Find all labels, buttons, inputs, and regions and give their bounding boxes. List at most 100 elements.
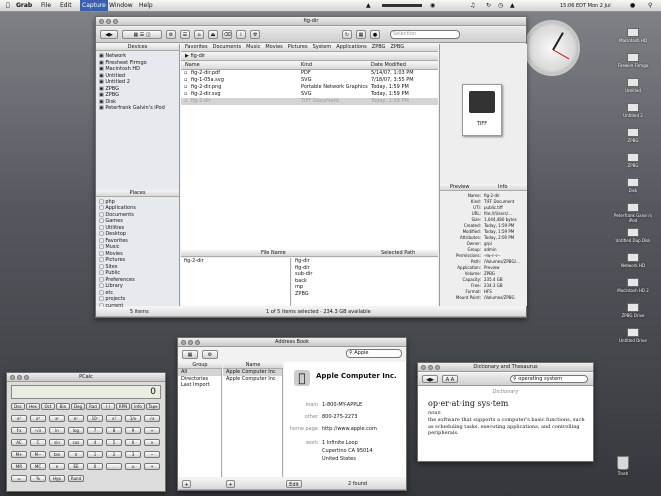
dictionary-titlebar[interactable]: Dictionary and Thesaurus [418, 363, 593, 372]
ab-search-input[interactable]: ⚲ Apple [346, 349, 402, 358]
calc-key[interactable]: 9 [125, 427, 141, 434]
calculator-titlebar[interactable]: PCalc [7, 373, 165, 382]
desktop-icon[interactable]: Untitled 2 [614, 103, 652, 118]
calc-key[interactable]: Rand [68, 475, 84, 482]
desktop-icon[interactable]: Macintosh HD [614, 28, 652, 43]
sidebar-device-item[interactable]: ▣ Peterfrank Galvin's iPod [96, 105, 179, 112]
calc-key[interactable]: % [30, 475, 46, 482]
dict-minimize-button[interactable] [428, 365, 433, 370]
calc-key[interactable]: ∛x [11, 427, 27, 434]
clock-icon[interactable]: ◷ [498, 0, 503, 11]
favorites-tab[interactable]: System [313, 44, 332, 50]
calc-mode-key[interactable]: Hex [26, 403, 40, 410]
font-size-button[interactable]: A A [442, 375, 458, 383]
dict-source[interactable]: Dictionary [418, 389, 593, 396]
menu-file[interactable]: File [41, 0, 51, 11]
bluetooth-icon[interactable]: ▲ [366, 0, 371, 11]
dict-close-button[interactable] [421, 365, 426, 370]
calc-mode-key[interactable]: Bin [56, 403, 70, 410]
label-icon[interactable]: ● [370, 30, 380, 39]
ab-close-button[interactable] [181, 340, 186, 345]
calc-key[interactable]: e [49, 463, 65, 470]
calc-key[interactable]: 1/x [125, 415, 141, 422]
menubar-clock[interactable]: 15:06 EDT Mon 2 Jul [560, 0, 611, 11]
menu-window[interactable]: Window [109, 0, 133, 11]
desktop-icon[interactable]: Untitled Dup Disk [614, 228, 652, 243]
view-mode-control[interactable]: ▦ ☰ ◫ [122, 30, 162, 39]
calc-key[interactable]: sin [49, 439, 65, 446]
calc-key[interactable]: 8 [106, 427, 122, 434]
eject-icon[interactable]: ⏏ [208, 30, 218, 39]
desktop-icon[interactable]: Untitled Drive [614, 328, 652, 343]
calc-key[interactable]: 6 [125, 439, 141, 446]
desktop-icon[interactable]: ZPBG Drive [614, 303, 652, 318]
desktop-icon[interactable]: Network HD [614, 253, 652, 268]
file-row[interactable]: ▫ fig-2-dir TIFF Document Today, 1:59 PM [181, 98, 438, 105]
calc-key[interactable]: AC [11, 439, 27, 446]
lower-left-item[interactable]: fig-2-dir [181, 258, 290, 265]
calc-key[interactable]: C [30, 439, 46, 446]
favorites-tab[interactable]: ZPBG [390, 44, 404, 50]
calc-key[interactable]: √x [144, 415, 160, 422]
calc-mode-key[interactable]: Oct [41, 403, 55, 410]
desktop-icon[interactable]: ZPBG [614, 153, 652, 168]
ab-action-gear-icon[interactable]: ⚙ [202, 350, 218, 359]
contact-field-value[interactable]: 1-800-MY-APPLE [322, 402, 362, 409]
desktop-icon[interactable]: Disk [614, 178, 652, 193]
calc-zoom-button[interactable] [24, 375, 29, 380]
calc-key[interactable]: M− [30, 451, 46, 458]
view-toggle-button[interactable]: ▦ [182, 350, 198, 359]
calc-mode-key[interactable]: RPN [116, 403, 130, 410]
favorites-tab[interactable]: Movies [265, 44, 282, 50]
name-item[interactable]: Apple Computer Inc [223, 369, 282, 376]
favorites-tab[interactable]: ZPBG [372, 44, 386, 50]
calc-key[interactable]: MR [11, 463, 27, 470]
desktop-icon[interactable]: Peterfrank Galvin's iPod [614, 203, 652, 223]
calc-key[interactable]: eˣ [68, 415, 84, 422]
calc-key[interactable]: x² [11, 415, 27, 422]
contact-field-value[interactable]: 800-275-2273 [322, 414, 357, 421]
ab-zoom-button[interactable] [195, 340, 200, 345]
calc-key[interactable]: × [144, 439, 160, 446]
zoom-button[interactable] [113, 19, 118, 24]
col-kind[interactable]: Kind [301, 62, 312, 69]
contact-field-value[interactable]: 1 Infinite Loop [322, 440, 358, 447]
calc-mode-key[interactable]: Rad [86, 403, 100, 410]
calc-mode-key[interactable]: Info [131, 403, 145, 410]
file-row[interactable]: ▫ fig-1-05a.svg SVG 7/18/07, 3:55 PM [181, 77, 438, 84]
calc-key[interactable]: . [106, 463, 122, 470]
col-name[interactable]: Name [185, 62, 200, 69]
action-gear-icon[interactable]: ⚙ [166, 30, 176, 39]
calc-key[interactable]: xʸ [49, 415, 65, 422]
desktop-icon[interactable]: Untitled [614, 78, 652, 93]
calc-key[interactable]: 1 [87, 451, 103, 458]
dict-back-forward-button[interactable]: ◀▶ [422, 375, 438, 383]
wifi-icon[interactable]: ◉ [430, 0, 435, 11]
calc-mode-key[interactable]: Tape [146, 403, 160, 410]
favorites-tab[interactable]: Pictures [288, 44, 308, 50]
menu-edit[interactable]: Edit [60, 0, 72, 11]
dict-zoom-button[interactable] [435, 365, 440, 370]
calc-key[interactable]: 10ˣ [87, 415, 103, 422]
calc-key[interactable]: 5 [106, 439, 122, 446]
calc-key[interactable]: log [68, 427, 84, 434]
calc-key[interactable]: ʸ√x [30, 427, 46, 434]
file-row[interactable]: ▫ fig-2-dir.svg SVG Today, 1:59 PM [181, 91, 438, 98]
terminal-icon[interactable]: ▦ [356, 30, 366, 39]
calc-key[interactable]: cos [68, 439, 84, 446]
sync-toolbar-icon[interactable]: ↻ [342, 30, 352, 39]
apple-menu-icon[interactable]:  [6, 0, 10, 11]
calc-key[interactable]: 4 [87, 439, 103, 446]
back-forward-button[interactable]: ◀▶ [100, 30, 118, 39]
calc-key[interactable]: − [144, 451, 160, 458]
lower-right-item[interactable]: ZPBG [292, 291, 438, 298]
dict-search-input[interactable]: ⚲ operating system [510, 375, 588, 383]
address-book-titlebar[interactable]: Address Book [178, 338, 406, 347]
close-button[interactable] [99, 19, 104, 24]
desktop-icon[interactable]: ZPBG [614, 128, 652, 143]
calc-key[interactable]: 3 [125, 451, 141, 458]
volume-icon[interactable]: ♫ [470, 0, 475, 11]
col-date[interactable]: Date Modified [371, 62, 406, 69]
favorites-tab[interactable]: Documents [213, 44, 242, 50]
calc-key[interactable]: tan [49, 451, 65, 458]
